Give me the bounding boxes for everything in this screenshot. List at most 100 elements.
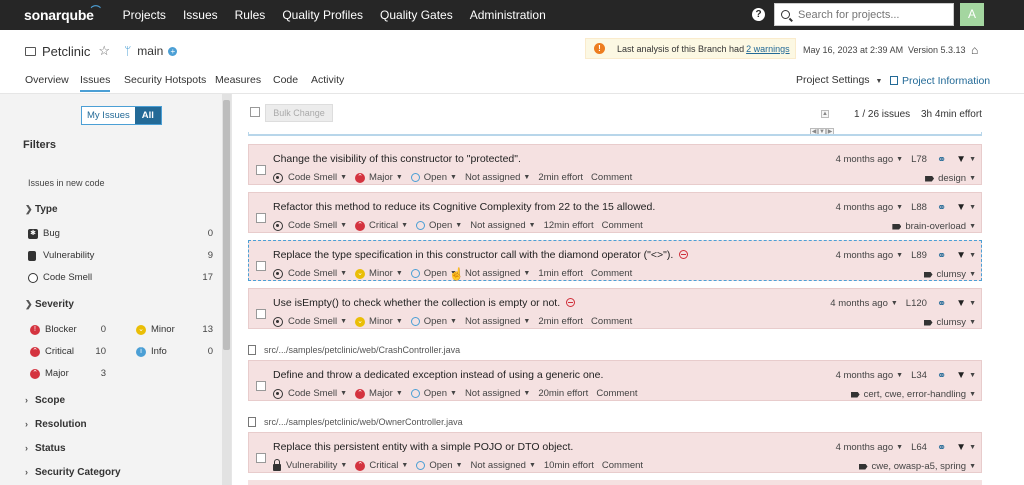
file-heading[interactable]: src/.../samples/petclinic/web/OwnerContr… xyxy=(248,417,463,427)
issue-comment-link[interactable]: Comment xyxy=(596,388,637,399)
issue-age[interactable]: 4 months ago xyxy=(836,442,894,453)
issue-type[interactable]: Code Smell ▼ xyxy=(273,220,347,231)
issue-severity[interactable]: ⌄ Minor ▼ xyxy=(355,316,403,327)
nav-projects[interactable]: Projects xyxy=(123,8,166,22)
issue-checkbox[interactable] xyxy=(256,309,266,319)
issue-message[interactable]: Change the visibility of this constructo… xyxy=(273,153,521,165)
issue-severity[interactable]: ⌄ Minor ▼ xyxy=(355,268,403,279)
filter-icon[interactable]: ▼ xyxy=(956,298,966,309)
issue-type[interactable]: Code Smell ▼ xyxy=(273,172,347,183)
issue-severity[interactable]: ⌃ Critical ▼ xyxy=(355,220,408,231)
issue-checkbox[interactable] xyxy=(256,213,266,223)
issue-type[interactable]: Vulnerability ▼ xyxy=(273,459,347,471)
warnings-link[interactable]: 2 warnings xyxy=(746,44,790,54)
project-settings-menu[interactable]: Project Settings ▼ xyxy=(796,74,882,86)
issue-tags[interactable]: clumsy ▼ xyxy=(923,269,976,280)
tab-activity[interactable]: Activity xyxy=(311,74,344,86)
issue-tags[interactable]: brain-overload ▼ xyxy=(892,221,976,232)
issue-row[interactable]: Replace this persistent entity with a si… xyxy=(248,432,982,473)
filter-icon[interactable]: ▼ xyxy=(956,154,966,165)
permalink-icon[interactable]: ⚭ xyxy=(937,297,946,310)
issue-checkbox[interactable] xyxy=(256,453,266,463)
scope-facet-header[interactable]: › Scope xyxy=(25,395,65,406)
issue-assignee[interactable]: Not assigned ▼ xyxy=(471,460,536,471)
issue-age[interactable]: 4 months ago xyxy=(830,298,888,309)
favorite-star-icon[interactable]: ☆ xyxy=(98,43,110,59)
issue-comment-link[interactable]: Comment xyxy=(602,220,643,231)
issue-tags[interactable]: cert, cwe, error-handling ▼ xyxy=(850,389,976,400)
issue-comment-link[interactable]: Comment xyxy=(591,316,632,327)
issue-type[interactable]: Code Smell ▼ xyxy=(273,268,347,279)
issue-checkbox[interactable] xyxy=(256,381,266,391)
issue-severity[interactable]: ⌃ Critical ▼ xyxy=(355,460,408,471)
issue-tags[interactable]: clumsy ▼ xyxy=(923,317,976,328)
tab-code[interactable]: Code xyxy=(273,74,298,86)
permalink-icon[interactable]: ⚭ xyxy=(937,249,946,262)
issue-assignee[interactable]: Not assigned ▼ xyxy=(465,172,530,183)
issue-assignee[interactable]: Not assigned ▼ xyxy=(465,268,530,279)
permalink-icon[interactable]: ⚭ xyxy=(937,153,946,166)
facet-bug[interactable]: ✱ Bug xyxy=(28,228,60,239)
nav-administration[interactable]: Administration xyxy=(470,8,546,22)
select-all-checkbox[interactable] xyxy=(250,107,260,117)
tab-measures[interactable]: Measures xyxy=(215,74,261,86)
status-facet-header[interactable]: › Status xyxy=(25,443,66,454)
issue-message[interactable]: Define and throw a dedicated exception i… xyxy=(273,369,603,381)
facet-minor[interactable]: ⌄ Minor xyxy=(136,324,175,335)
filter-icon[interactable]: ▼ xyxy=(956,370,966,381)
issue-message[interactable]: Refactor this method to reduce its Cogni… xyxy=(273,201,655,213)
facet-major[interactable]: ⌃ Major xyxy=(30,368,69,379)
issue-checkbox[interactable] xyxy=(256,165,266,175)
tab-security-hotspots[interactable]: Security Hotspots xyxy=(124,74,206,86)
permalink-icon[interactable]: ⚭ xyxy=(937,201,946,214)
nav-quality-gates[interactable]: Quality Gates xyxy=(380,8,453,22)
issue-tags[interactable]: cwe, owasp-a5, spring ▼ xyxy=(858,461,976,472)
help-icon[interactable]: ? xyxy=(752,8,765,21)
issue-assignee[interactable]: Not assigned ▼ xyxy=(465,316,530,327)
issue-message[interactable]: Replace this persistent entity with a si… xyxy=(273,441,573,453)
issue-type[interactable]: Code Smell ▼ xyxy=(273,316,347,327)
resolution-facet-header[interactable]: › Resolution xyxy=(25,419,87,430)
issue-severity[interactable]: ⌃ Major ▼ xyxy=(355,172,403,183)
issue-age[interactable]: 4 months ago xyxy=(836,370,894,381)
user-avatar[interactable]: A xyxy=(960,3,984,26)
issue-row[interactable]: Use isEmpty() to check whether the colle… xyxy=(248,288,982,329)
issue-status[interactable]: Open ▼ xyxy=(416,460,463,471)
issue-severity[interactable]: ⌃ Major ▼ xyxy=(355,388,403,399)
type-facet-header[interactable]: ❯ Type xyxy=(25,204,58,215)
issue-assignee[interactable]: Not assigned ▼ xyxy=(470,220,535,231)
facet-code-smell[interactable]: Code Smell xyxy=(28,272,92,283)
issue-comment-link[interactable]: Comment xyxy=(602,460,643,471)
filter-icon[interactable]: ▼ xyxy=(956,202,966,213)
file-heading[interactable]: src/.../samples/petclinic/web/CrashContr… xyxy=(248,345,460,355)
issue-status[interactable]: Open ▼ xyxy=(410,172,457,183)
nav-issues[interactable]: Issues xyxy=(183,8,218,22)
nav-rules[interactable]: Rules xyxy=(235,8,266,22)
home-icon[interactable]: ⌂ xyxy=(971,43,978,57)
issue-tags[interactable]: design ▼ xyxy=(925,173,976,184)
issue-comment-link[interactable]: Comment xyxy=(591,268,632,279)
issue-assignee[interactable]: Not assigned ▼ xyxy=(465,388,530,399)
branch-name[interactable]: main xyxy=(137,44,163,58)
issue-age[interactable]: 4 months ago xyxy=(836,202,894,213)
issue-age[interactable]: 4 months ago xyxy=(836,250,894,261)
issue-row[interactable]: Refactor this method to reduce its Cogni… xyxy=(248,192,982,233)
issue-checkbox[interactable] xyxy=(256,261,266,271)
project-search[interactable] xyxy=(774,3,954,26)
branch-plus-icon[interactable]: + xyxy=(168,46,178,56)
my-issues-button[interactable]: My Issues xyxy=(82,107,135,124)
tab-issues[interactable]: Issues xyxy=(80,74,111,92)
issue-row[interactable]: Define and throw a dedicated exception i… xyxy=(248,360,982,401)
issue-message[interactable]: Replace the type specification in this c… xyxy=(273,249,689,261)
issue-status[interactable]: Open ▼ xyxy=(410,316,457,327)
new-code-filter[interactable]: Issues in new code xyxy=(28,178,105,188)
all-issues-button[interactable]: All xyxy=(134,107,161,124)
issue-status[interactable]: Open ▼ xyxy=(416,220,462,231)
permalink-icon[interactable]: ⚭ xyxy=(937,369,946,382)
issue-message[interactable]: Use isEmpty() to check whether the colle… xyxy=(273,297,576,309)
filter-icon[interactable]: ▼ xyxy=(956,442,966,453)
project-information-link[interactable]: Project Information xyxy=(890,75,990,87)
issue-status[interactable]: Open ▼ xyxy=(410,388,457,399)
facet-vulnerability[interactable]: Vulnerability xyxy=(28,250,94,261)
severity-facet-header[interactable]: ❯ Severity xyxy=(25,299,74,310)
